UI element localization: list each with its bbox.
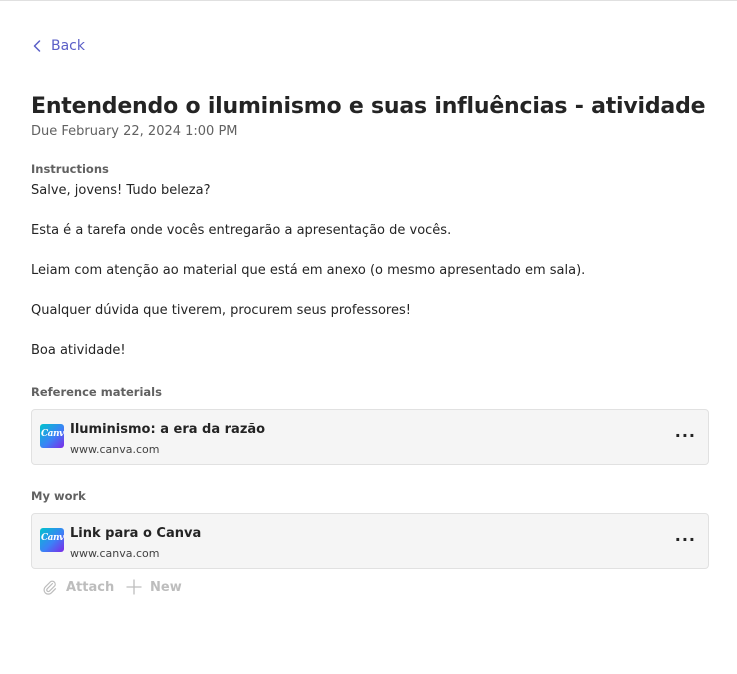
reference-material-card[interactable]: Canva Iluminismo: a era da razão www.can…: [31, 409, 709, 465]
my-work-card[interactable]: Canva Link para o Canva www.canva.com ··…: [31, 513, 709, 569]
reference-materials-label: Reference materials: [31, 385, 162, 399]
instruction-line: Qualquer dúvida que tiverem, procurem se…: [31, 303, 411, 318]
instruction-line: Leiam com atenção ao material que está e…: [31, 263, 586, 278]
attachment-name[interactable]: Link para o Canva: [70, 526, 201, 541]
page-title: Entendendo o iluminismo e suas influênci…: [31, 94, 706, 119]
due-date: Due February 22, 2024 1:00 PM: [31, 124, 238, 139]
instructions-label: Instructions: [31, 162, 109, 176]
chevron-left-icon: [33, 40, 41, 52]
canva-thumb-text: Canva: [41, 533, 64, 543]
canva-icon: Canva: [40, 528, 64, 552]
instruction-line: Esta é a tarefa onde vocês entregarão a …: [31, 223, 452, 238]
attachment-url: www.canva.com: [70, 547, 160, 560]
top-divider: [0, 0, 737, 1]
canva-thumb-text: Canva: [41, 429, 64, 439]
back-button[interactable]: Back: [33, 38, 85, 54]
instruction-line: Salve, jovens! Tudo beleza?: [31, 183, 211, 198]
attach-label: Attach: [66, 579, 115, 595]
new-label: New: [150, 579, 182, 595]
back-label: Back: [51, 38, 85, 54]
new-button[interactable]: New: [126, 579, 182, 595]
instruction-line: Boa atividade!: [31, 343, 126, 358]
plus-icon: [126, 579, 142, 595]
more-options-button[interactable]: ···: [675, 426, 696, 445]
my-work-label: My work: [31, 489, 86, 503]
attachment-name[interactable]: Iluminismo: a era da razão: [70, 422, 265, 437]
canva-icon: Canva: [40, 424, 64, 448]
attach-button[interactable]: Attach: [42, 579, 114, 595]
more-options-button[interactable]: ···: [675, 530, 696, 549]
attachment-url: www.canva.com: [70, 443, 160, 456]
paperclip-icon: [43, 580, 57, 595]
